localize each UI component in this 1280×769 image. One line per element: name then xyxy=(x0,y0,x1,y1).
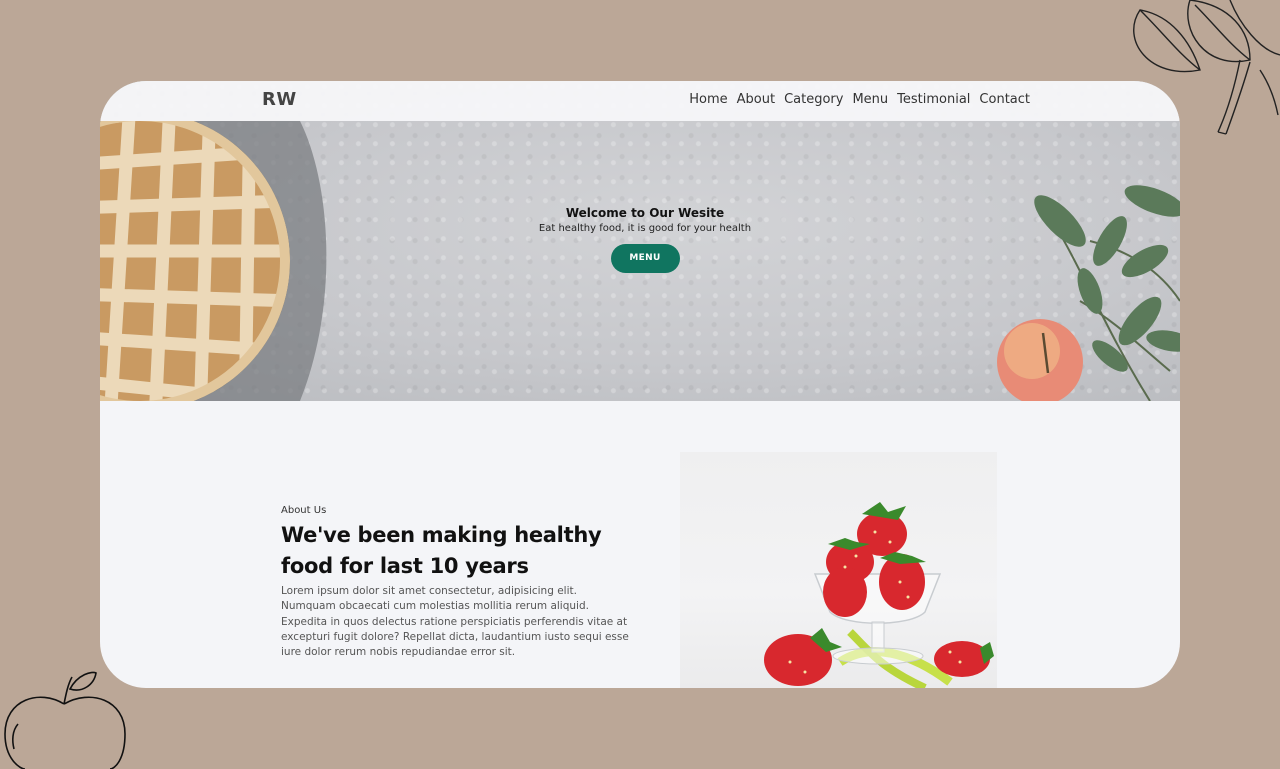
about-label: About Us xyxy=(281,505,327,516)
about-body: Lorem ipsum dolor sit amet consectetur, … xyxy=(281,585,629,659)
navbar: RW Home About Category Menu Testimonial … xyxy=(100,81,1180,121)
about-heading: We've been making healthy food for last … xyxy=(281,523,602,578)
nav-link-testimonial[interactable]: Testimonial xyxy=(897,92,970,107)
apple-and-leaves-image xyxy=(997,185,1180,401)
hero-section: Welcome to Our Wesite Eat healthy food, … xyxy=(100,81,1180,401)
site-logo[interactable]: RW xyxy=(262,89,297,110)
apple-sketch-decoration xyxy=(4,671,126,769)
nav-link-about[interactable]: About xyxy=(737,92,775,107)
nav-link-menu[interactable]: Menu xyxy=(852,92,888,107)
hero-content: Welcome to Our Wesite Eat healthy food, … xyxy=(480,206,810,273)
about-section: About Us We've been making healthy food … xyxy=(281,505,631,660)
nav-link-category[interactable]: Category xyxy=(784,92,843,107)
nav-links: Home About Category Menu Testimonial Con… xyxy=(689,92,1030,107)
nav-link-home[interactable]: Home xyxy=(689,92,727,107)
hero-subtitle: Eat healthy food, it is good for your he… xyxy=(538,223,752,234)
pie-image xyxy=(100,121,327,401)
nav-link-contact[interactable]: Contact xyxy=(979,92,1030,107)
menu-button[interactable]: MENU xyxy=(610,244,680,273)
strawberries-image xyxy=(680,452,997,688)
hero-title: Welcome to Our Wesite xyxy=(565,206,725,220)
website-frame: Welcome to Our Wesite Eat healthy food, … xyxy=(100,81,1180,688)
